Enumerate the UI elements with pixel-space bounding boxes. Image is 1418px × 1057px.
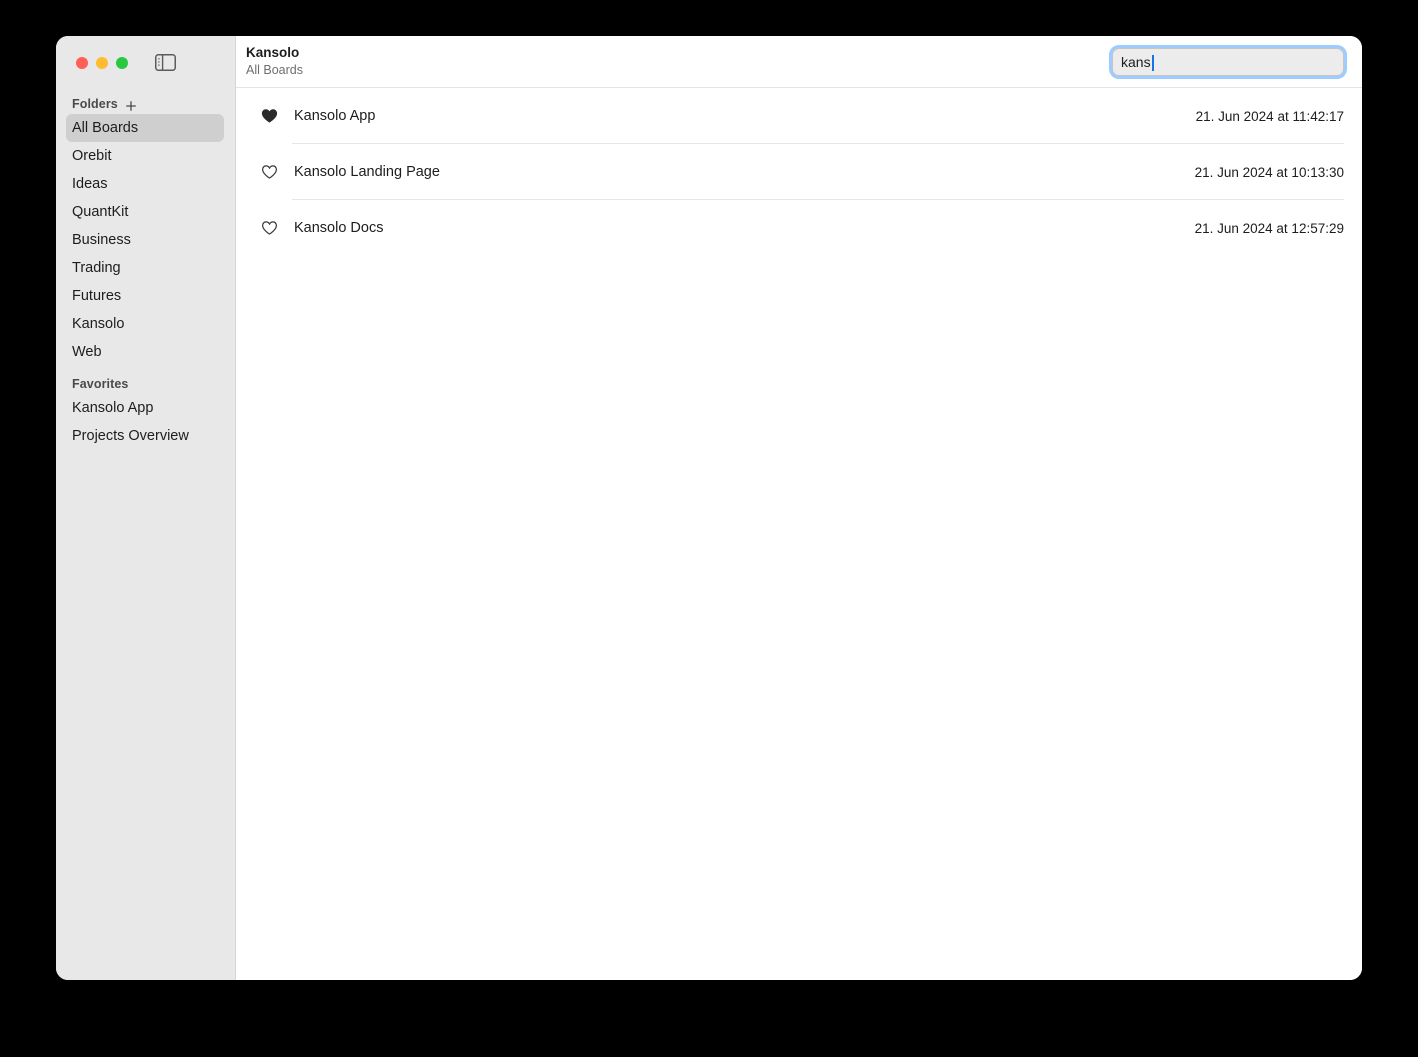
board-list: Kansolo App 21. Jun 2024 at 11:42:17 Kan… xyxy=(236,88,1362,980)
board-name: Kansolo App xyxy=(294,108,376,124)
sidebar-group-label: Folders xyxy=(72,97,118,111)
sidebar-item-all-boards[interactable]: All Boards xyxy=(66,114,224,142)
desktop-background: Folders All Boards Orebit Ideas QuantKit… xyxy=(0,0,1418,1057)
sidebar-folder-list: All Boards Orebit Ideas QuantKit Busines… xyxy=(56,114,235,366)
search-field[interactable]: kans xyxy=(1112,47,1344,76)
sidebar-group-folders: Folders All Boards Orebit Ideas QuantKit… xyxy=(56,94,235,366)
sidebar-group-header-favorites: Favorites xyxy=(56,374,235,394)
sidebar-group-header-folders: Folders xyxy=(56,94,235,114)
sidebar-item-web[interactable]: Web xyxy=(66,338,224,366)
sidebar-favorites-list: Kansolo App Projects Overview xyxy=(56,394,235,450)
plus-icon[interactable] xyxy=(125,98,137,111)
list-item[interactable]: Kansolo Docs 21. Jun 2024 at 12:57:29 xyxy=(236,200,1362,256)
heart-outline-icon[interactable] xyxy=(261,164,278,181)
sidebar-item-kansolo-app[interactable]: Kansolo App xyxy=(66,394,224,422)
board-date: 21. Jun 2024 at 12:57:29 xyxy=(1194,220,1344,236)
board-name: Kansolo Docs xyxy=(294,220,384,236)
list-item[interactable]: Kansolo Landing Page 21. Jun 2024 at 10:… xyxy=(236,144,1362,200)
toolbar: Kansolo All Boards kans xyxy=(236,36,1362,88)
close-button[interactable] xyxy=(76,57,88,69)
search-input[interactable]: kans xyxy=(1121,49,1151,75)
sidebar: Folders All Boards Orebit Ideas QuantKit… xyxy=(56,36,235,980)
sidebar-toggle-icon[interactable] xyxy=(155,54,176,71)
sidebar-item-projects-overview[interactable]: Projects Overview xyxy=(66,422,224,450)
text-caret xyxy=(1151,54,1154,71)
sidebar-item-orebit[interactable]: Orebit xyxy=(66,142,224,170)
list-item[interactable]: Kansolo App 21. Jun 2024 at 11:42:17 xyxy=(236,88,1362,144)
board-date: 21. Jun 2024 at 11:42:17 xyxy=(1195,108,1344,124)
sidebar-item-futures[interactable]: Futures xyxy=(66,282,224,310)
sidebar-item-business[interactable]: Business xyxy=(66,226,224,254)
page-title-subtitle: All Boards xyxy=(246,63,303,77)
sidebar-item-kansolo[interactable]: Kansolo xyxy=(66,310,224,338)
sidebar-group-favorites: Favorites Kansolo App Projects Overview xyxy=(56,374,235,450)
page-title-main: Kansolo xyxy=(246,45,300,60)
sidebar-group-label: Favorites xyxy=(72,377,129,391)
heart-outline-icon[interactable] xyxy=(261,220,278,237)
sidebar-item-ideas[interactable]: Ideas xyxy=(66,170,224,198)
minimize-button[interactable] xyxy=(96,57,108,69)
sidebar-item-quantkit[interactable]: QuantKit xyxy=(66,198,224,226)
maximize-button[interactable] xyxy=(116,57,128,69)
board-name: Kansolo Landing Page xyxy=(294,164,440,180)
heart-filled-icon[interactable] xyxy=(261,108,278,125)
window-controls xyxy=(76,57,128,69)
content-area: Kansolo All Boards kans Kansolo App 21. … xyxy=(235,36,1362,980)
page-title: Kansolo All Boards xyxy=(246,45,303,78)
app-window: Folders All Boards Orebit Ideas QuantKit… xyxy=(56,36,1362,980)
sidebar-item-trading[interactable]: Trading xyxy=(66,254,224,282)
board-date: 21. Jun 2024 at 10:13:30 xyxy=(1194,164,1344,180)
